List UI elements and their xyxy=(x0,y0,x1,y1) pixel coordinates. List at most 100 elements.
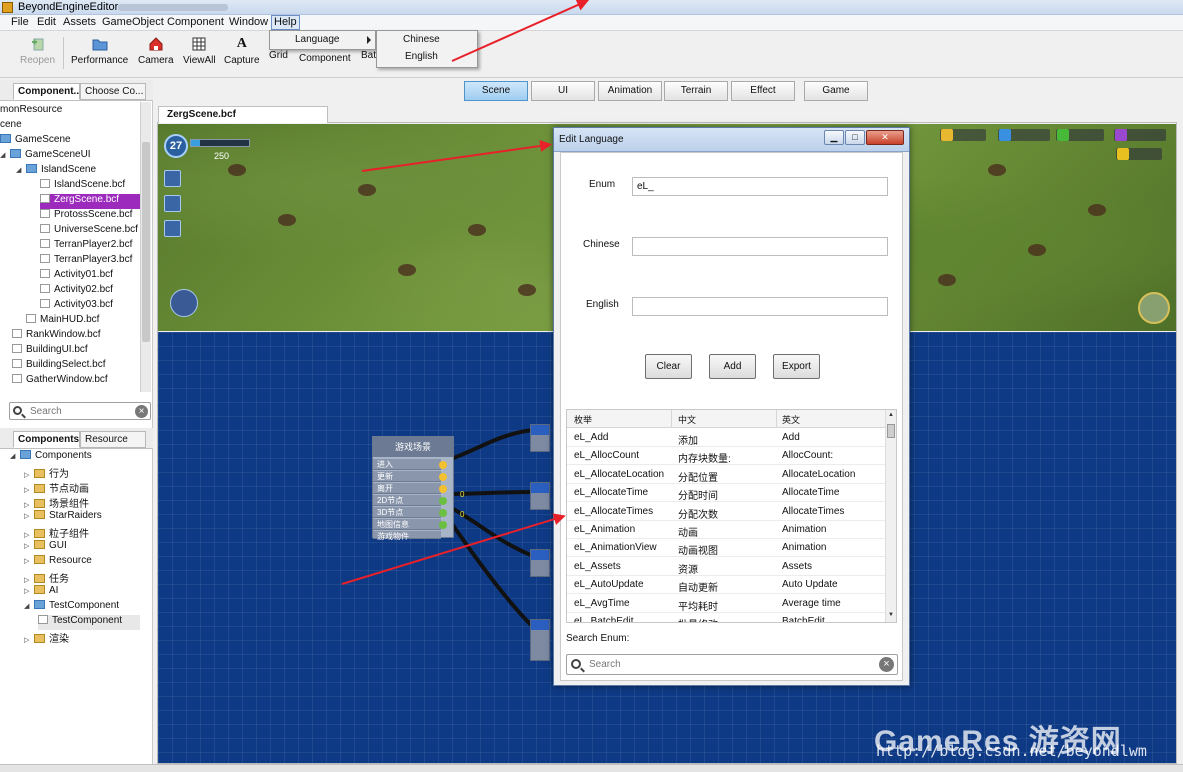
tab-animation[interactable]: Animation xyxy=(598,81,662,101)
tree-item[interactable]: UniverseScene.bcf xyxy=(40,224,138,239)
clear-icon[interactable]: × xyxy=(135,405,148,418)
tree-item[interactable]: ◢ TestComponent xyxy=(24,600,119,615)
menu-component[interactable]: Component xyxy=(165,16,226,28)
tab-ui[interactable]: UI xyxy=(531,81,595,101)
clear-icon[interactable]: × xyxy=(879,657,894,672)
table-scrollbar[interactable]: ▲ ▼ xyxy=(885,410,896,622)
tree-item[interactable]: ▷ 场景组件 xyxy=(24,495,89,510)
column-header-enum[interactable]: 枚举 xyxy=(574,413,592,426)
tree-item[interactable]: ▷ AI xyxy=(24,585,58,600)
menu-assets[interactable]: Assets xyxy=(61,16,98,28)
tree-item[interactable]: GatherWindow.bcf xyxy=(12,374,108,389)
scene-search-box[interactable]: Search × xyxy=(9,402,151,420)
tree-item[interactable]: BuildingUI.bcf xyxy=(12,344,88,359)
tree-item[interactable]: cene xyxy=(0,119,22,134)
tab-components[interactable]: Components xyxy=(13,431,80,448)
column-divider[interactable] xyxy=(776,410,777,428)
document-tab[interactable]: ZergScene.bcf xyxy=(158,106,328,123)
port-pin-icon[interactable] xyxy=(439,509,447,517)
tree-item[interactable]: ◢ IslandScene xyxy=(16,164,96,179)
table-row[interactable]: eL_Animation 动画 Animation xyxy=(567,521,887,539)
export-button[interactable]: Export xyxy=(773,354,820,379)
english-field[interactable] xyxy=(632,297,888,316)
language-menu-item[interactable]: Language xyxy=(295,34,340,45)
tree-item[interactable]: ▷ GUI xyxy=(24,540,67,555)
menu-help[interactable]: Help xyxy=(271,15,300,30)
node-port[interactable]: 游戏物件 xyxy=(373,531,441,541)
port-pin-icon[interactable] xyxy=(439,473,447,481)
hud-button[interactable] xyxy=(164,220,181,237)
table-row[interactable]: eL_AutoUpdate 自动更新 Auto Update xyxy=(567,576,887,595)
table-row[interactable]: eL_AllocCount 内存块数量: AllocCount: xyxy=(567,447,887,466)
add-button[interactable]: Add xyxy=(709,354,756,379)
avatar[interactable] xyxy=(1138,292,1170,324)
chinese-field[interactable] xyxy=(632,237,888,256)
menu-file[interactable]: File xyxy=(9,16,31,28)
hud-button[interactable] xyxy=(164,170,181,187)
table-row[interactable]: eL_AllocateTimes 分配次数 AllocateTimes xyxy=(567,503,887,521)
port-pin-icon[interactable] xyxy=(439,461,447,469)
tree-item[interactable]: Activity01.bcf xyxy=(40,269,113,284)
tree-item[interactable]: GameScene xyxy=(0,134,71,149)
dialog-title-bar[interactable]: Edit Language ▁ □ ✕ xyxy=(554,128,909,152)
menu-edit[interactable]: Edit xyxy=(35,16,58,28)
enum-search-box[interactable]: Search × xyxy=(566,654,898,675)
capture-button[interactable]: A Capture xyxy=(224,36,260,66)
port-pin-icon[interactable] xyxy=(439,497,447,505)
tree-item[interactable]: ▷ 渲染 xyxy=(24,630,69,645)
component-button[interactable]: Component xyxy=(299,53,351,64)
tab-resource[interactable]: Resource xyxy=(80,431,146,448)
menu-gameobject[interactable]: GameObject xyxy=(100,16,166,28)
grid-button[interactable]: Grid xyxy=(269,50,288,61)
tree-item[interactable]: BuildingSelect.bcf xyxy=(12,359,106,374)
tree-item[interactable]: ProtossScene.bcf xyxy=(40,209,132,224)
tab-component[interactable]: Component... xyxy=(13,83,80,100)
tree-item[interactable]: ▷ StarRaiders xyxy=(24,510,102,525)
port-pin-icon[interactable] xyxy=(439,521,447,529)
column-header-chinese[interactable]: 中文 xyxy=(678,413,696,426)
column-header-english[interactable]: 英文 xyxy=(782,413,800,426)
tree-scrollbar[interactable] xyxy=(140,102,151,392)
language-chinese-item[interactable]: Chinese xyxy=(403,34,440,45)
scrollbar-thumb[interactable] xyxy=(142,142,150,342)
performance-button[interactable]: Performance xyxy=(71,36,128,66)
tree-item[interactable]: ◢ GameSceneUI xyxy=(0,149,91,164)
tab-effect[interactable]: Effect xyxy=(731,81,795,101)
tab-choose-component[interactable]: Choose Co... xyxy=(80,83,146,100)
table-row[interactable]: eL_AllocateTime 分配时间 AllocateTime xyxy=(567,484,887,503)
table-row[interactable]: eL_Assets 资源 Assets xyxy=(567,558,887,576)
node-port[interactable]: 更新 xyxy=(373,471,447,482)
tree-item[interactable]: ▷ 粒子组件 xyxy=(24,525,89,540)
tree-item[interactable]: MainHUD.bcf xyxy=(26,314,99,329)
table-row[interactable]: eL_AllocateLocation 分配位置 AllocateLocation xyxy=(567,466,887,484)
tab-scene[interactable]: Scene xyxy=(464,81,528,101)
child-node[interactable] xyxy=(530,482,550,510)
tree-item-selected[interactable]: ZergScene.bcf xyxy=(40,194,140,209)
node-port[interactable]: 3D节点 xyxy=(373,507,447,518)
tree-item[interactable]: TerranPlayer3.bcf xyxy=(40,254,132,269)
viewall-button[interactable]: ViewAll xyxy=(183,36,216,66)
node-port[interactable]: 进入 xyxy=(373,459,447,470)
menu-window[interactable]: Window xyxy=(227,16,270,28)
node-port[interactable]: 离开 xyxy=(373,483,447,494)
clear-button[interactable]: Clear xyxy=(645,354,692,379)
column-divider[interactable] xyxy=(671,410,672,428)
reopen-button[interactable]: Reopen xyxy=(20,36,55,66)
tab-terrain[interactable]: Terrain xyxy=(664,81,728,101)
tree-item[interactable]: TerranPlayer2.bcf xyxy=(40,239,132,254)
tree-item[interactable]: monResource xyxy=(0,104,62,119)
scroll-down-icon[interactable]: ▼ xyxy=(888,612,894,618)
maximize-button[interactable]: □ xyxy=(845,130,865,145)
table-row[interactable]: eL_Add 添加 Add xyxy=(567,429,887,447)
camera-button[interactable]: Camera xyxy=(138,36,174,66)
tree-item[interactable]: ▷ 行为 xyxy=(24,465,69,480)
enum-field[interactable]: eL_ xyxy=(632,177,888,196)
attack-button[interactable] xyxy=(170,289,198,317)
tab-game[interactable]: Game xyxy=(804,81,868,101)
hud-button[interactable] xyxy=(164,195,181,212)
child-node[interactable] xyxy=(530,619,550,661)
tree-item[interactable]: ◢ Components xyxy=(10,450,92,465)
tree-item[interactable]: IslandScene.bcf xyxy=(40,179,125,194)
tree-item[interactable]: ▷ 节点动画 xyxy=(24,480,89,495)
scroll-up-icon[interactable]: ▲ xyxy=(888,412,894,418)
